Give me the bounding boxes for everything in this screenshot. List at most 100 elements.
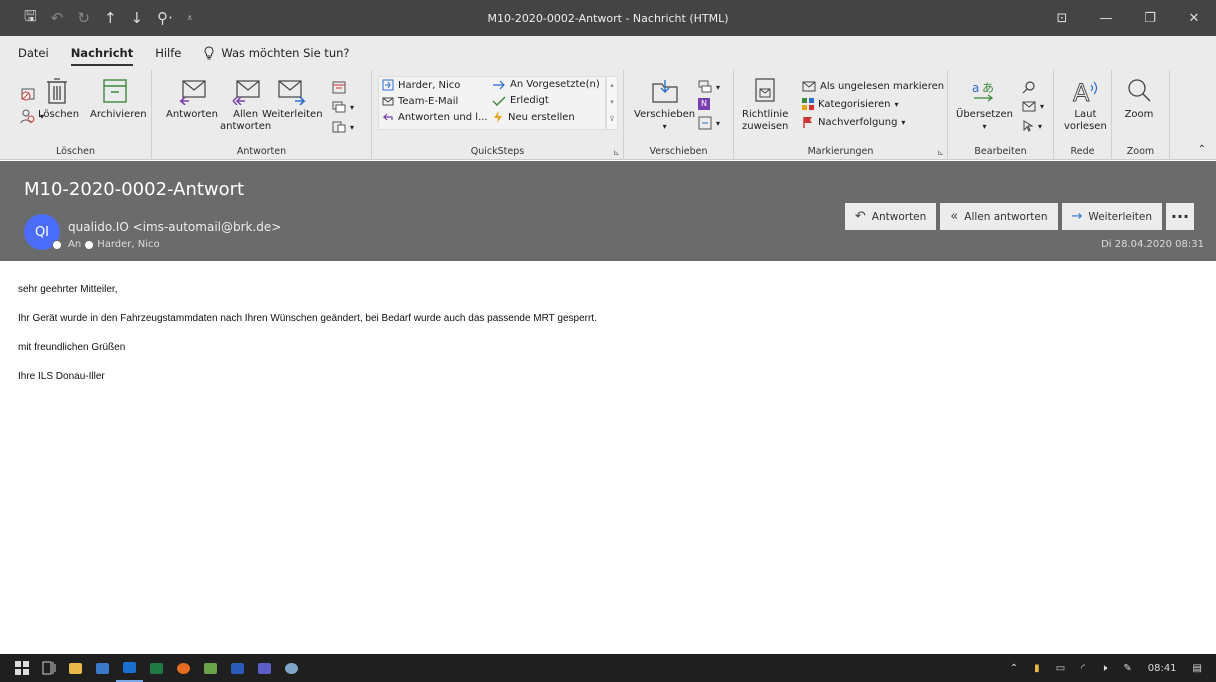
tell-me-label: Was möchten Sie tun? bbox=[221, 46, 350, 60]
reply-all-icon bbox=[231, 76, 261, 106]
teams-icon bbox=[258, 662, 271, 674]
recipient-name[interactable]: Harder, Nico bbox=[97, 239, 159, 250]
group-rede: A Laut vorlesen Rede bbox=[1054, 70, 1112, 160]
checkmark-icon bbox=[492, 96, 506, 106]
onenote-button[interactable]: N bbox=[698, 98, 710, 110]
find-button[interactable] bbox=[1022, 80, 1036, 94]
tab-nachricht[interactable]: Nachricht bbox=[70, 46, 134, 66]
move-folder-icon bbox=[650, 76, 680, 106]
tray-app-icon[interactable]: ▮ bbox=[1034, 663, 1040, 674]
battery-icon[interactable]: ▭ bbox=[1056, 663, 1065, 674]
assign-policy-button[interactable]: Richtlinie zuweisen bbox=[742, 76, 788, 133]
more-respond-button[interactable]: ▾ bbox=[332, 120, 354, 134]
notifications-icon[interactable]: ▤ bbox=[1193, 663, 1202, 674]
quickstep-harder-nico[interactable]: Harder, Nico bbox=[382, 79, 460, 91]
tags-launcher-icon[interactable]: ⊾ bbox=[937, 148, 944, 157]
group-label-rede: Rede bbox=[1070, 146, 1095, 157]
wifi-icon[interactable]: ◜ bbox=[1081, 663, 1085, 674]
tray-overflow-icon[interactable]: ⌃ bbox=[1010, 663, 1018, 674]
body-line: Ihre ILS Donau-Iller bbox=[18, 371, 105, 382]
zoom-button[interactable]: Zoom bbox=[1124, 76, 1154, 121]
minimize-button[interactable]: — bbox=[1084, 0, 1128, 36]
task-view-icon bbox=[42, 661, 55, 675]
related-button[interactable]: ▾ bbox=[1022, 100, 1044, 112]
to-label: An bbox=[68, 239, 82, 250]
group-label-bearbeiten: Bearbeiten bbox=[974, 146, 1027, 157]
header-reply-all-button[interactable]: «Allen antworten bbox=[940, 203, 1058, 230]
move-button[interactable]: Verschieben ▾ bbox=[634, 76, 695, 133]
taskbar-excel[interactable] bbox=[143, 654, 170, 682]
restore-button[interactable]: ❐ bbox=[1128, 0, 1172, 36]
translate-button[interactable]: aあ Übersetzen ▾ bbox=[956, 76, 1013, 133]
header-reply-button[interactable]: ↶ Antworten bbox=[844, 203, 937, 230]
clock[interactable]: 08:41 bbox=[1148, 663, 1177, 674]
taskbar-app-misc[interactable] bbox=[278, 654, 305, 682]
magnifier-icon bbox=[1124, 76, 1154, 106]
group-loeschen: ▾ Löschen Archivieren Löschen bbox=[0, 70, 152, 160]
onenote-icon: N bbox=[698, 98, 710, 110]
mail-unread-icon bbox=[802, 81, 816, 92]
quickstep-team-email[interactable]: Team-E-Mail bbox=[382, 95, 458, 107]
start-button[interactable] bbox=[8, 654, 35, 682]
message-date: Di 28.04.2020 08:31 bbox=[1101, 239, 1204, 250]
collapse-ribbon-icon[interactable]: ⌃ bbox=[1198, 144, 1206, 155]
delete-button[interactable]: Löschen bbox=[38, 76, 79, 120]
redo-icon[interactable]: ↻ bbox=[77, 9, 90, 27]
mark-unread-button[interactable]: Als ungelesen markieren bbox=[802, 80, 944, 92]
pen-icon[interactable]: ✎ bbox=[1123, 663, 1131, 674]
attach-icon[interactable]: ⚲· bbox=[157, 9, 173, 27]
customize-icon[interactable]: ⩡ bbox=[187, 13, 193, 24]
quickstep-to-manager[interactable]: An Vorgesetzte(n) bbox=[492, 79, 600, 90]
forward-mail-icon bbox=[277, 76, 307, 106]
close-button[interactable]: ✕ bbox=[1172, 0, 1216, 36]
down-arrow-icon[interactable]: ↓ bbox=[131, 9, 144, 27]
taskbar-app-network[interactable] bbox=[89, 654, 116, 682]
ribbon-options-button[interactable]: ⊡ bbox=[1040, 0, 1084, 36]
taskbar-teams[interactable] bbox=[251, 654, 278, 682]
group-markierungen: Richtlinie zuweisen Als ungelesen markie… bbox=[734, 70, 948, 160]
reply-button[interactable]: Antworten bbox=[166, 76, 218, 121]
taskbar-firefox[interactable] bbox=[170, 654, 197, 682]
calendar-icon bbox=[332, 81, 346, 94]
mail-icon bbox=[382, 97, 394, 106]
more-actions-button[interactable]: ··· bbox=[1166, 203, 1194, 230]
message-body[interactable]: sehr geehrter Mitteiler, Ihr Gerät wurde… bbox=[18, 284, 597, 400]
taskbar-file-explorer[interactable] bbox=[62, 654, 89, 682]
quickstep-done[interactable]: Erledigt bbox=[492, 95, 549, 106]
quick-access-toolbar: 🖫 ↶ ↻ ↑ ↓ ⚲· ⩡ bbox=[0, 6, 193, 31]
taskbar-word[interactable] bbox=[224, 654, 251, 682]
move-to-folder-icon bbox=[382, 79, 394, 91]
read-aloud-button[interactable]: A Laut vorlesen bbox=[1064, 76, 1107, 133]
taskbar-app-green[interactable] bbox=[197, 654, 224, 682]
forward-icon: → bbox=[1071, 209, 1083, 224]
meeting-reply-button[interactable] bbox=[332, 80, 346, 94]
im-reply-button[interactable]: ▾ bbox=[332, 100, 354, 114]
up-arrow-icon[interactable]: ↑ bbox=[104, 9, 117, 27]
rules-button[interactable]: ▾ bbox=[698, 80, 720, 94]
tab-hilfe[interactable]: Hilfe bbox=[155, 46, 181, 60]
quickstep-reply-delete[interactable]: Antworten und l... bbox=[382, 111, 488, 123]
quickstep-create-new[interactable]: Neu erstellen bbox=[492, 111, 575, 123]
save-icon[interactable]: 🖫 bbox=[24, 6, 37, 31]
undo-icon[interactable]: ↶ bbox=[51, 9, 64, 27]
volume-mute-icon[interactable]: 🕨 bbox=[1101, 663, 1107, 674]
archive-button[interactable]: Archivieren bbox=[90, 76, 147, 120]
actions-button[interactable]: ▾ bbox=[698, 116, 720, 130]
taskbar-outlook[interactable] bbox=[116, 654, 143, 682]
sender-address[interactable]: qualido.IO <ims-automail@brk.de> bbox=[68, 220, 281, 234]
outlook-message-window: 🖫 ↶ ↻ ↑ ↓ ⚲· ⩡ M10-2020-0002-Antwort - N… bbox=[0, 0, 1216, 682]
categorize-button[interactable]: Kategorisieren ▾ bbox=[802, 98, 898, 110]
windows-icon bbox=[14, 661, 29, 675]
tell-me-box[interactable]: Was möchten Sie tun? bbox=[203, 46, 350, 60]
quicksteps-scroll[interactable]: ▴ ▾ ⊽ bbox=[606, 76, 618, 130]
ignore-button[interactable] bbox=[20, 86, 36, 102]
more-respond-icon bbox=[332, 121, 346, 133]
tab-datei[interactable]: Datei bbox=[18, 46, 49, 60]
quicksteps-launcher-icon[interactable]: ⊾ bbox=[613, 148, 620, 157]
cursor-icon bbox=[1023, 120, 1034, 132]
followup-button[interactable]: Nachverfolgung ▾ bbox=[802, 116, 905, 128]
forward-button[interactable]: Weiterleiten bbox=[262, 76, 323, 121]
task-view-button[interactable] bbox=[35, 654, 62, 682]
header-forward-button[interactable]: → Weiterleiten bbox=[1061, 203, 1162, 230]
select-button[interactable]: ▾ bbox=[1022, 120, 1042, 132]
